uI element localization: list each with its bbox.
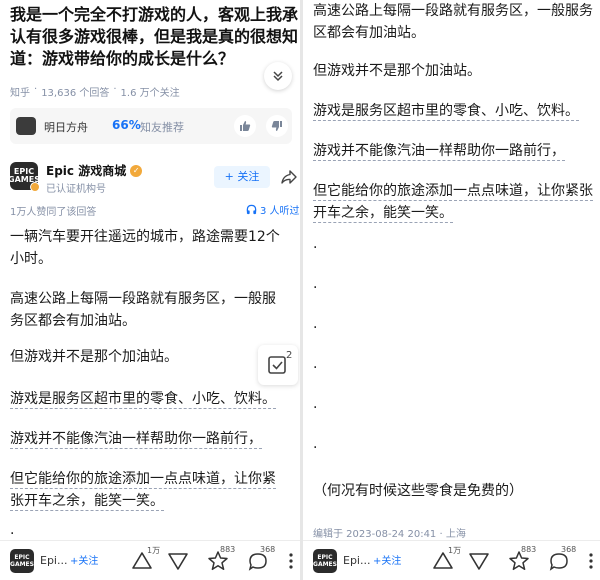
answer-count[interactable]: 13,636 个回答 — [41, 84, 109, 99]
follow-button[interactable]: + 关注 — [214, 166, 270, 188]
headphones-icon — [246, 204, 257, 215]
annotated-text[interactable]: 游戏并不能像汽油一样帮助你一路前行， — [10, 431, 262, 449]
downvote-icon[interactable] — [467, 549, 491, 573]
ellipsis-dot: . — [10, 522, 15, 538]
annotated-text[interactable]: 但它能给你的旅途添加一点点味道，让你紧张开车之余，能笑一笑。 — [313, 183, 593, 223]
collection-count: 2 — [286, 350, 293, 361]
bottom-author-name[interactable]: Epi... — [343, 554, 370, 567]
double-chevron-down-icon — [273, 71, 283, 82]
verified-badge-icon — [30, 182, 40, 192]
sponsor-name: 明日方舟 — [44, 121, 88, 134]
expand-question-button[interactable] — [264, 62, 292, 90]
ellipsis-dot: . — [313, 436, 318, 452]
bottom-author-name[interactable]: Epi... — [40, 554, 67, 567]
answer-paragraph: 一辆汽车要开往遥远的城市，路途需要12个小时。 — [10, 229, 280, 267]
ellipsis-dot: . — [313, 356, 318, 372]
answer-paragraph: 游戏并不能像汽油一样帮助你一路前行， — [10, 428, 288, 450]
ellipsis-dot: . — [313, 236, 318, 252]
like-count: 883 — [220, 545, 236, 554]
source-label: 知乎 — [10, 88, 30, 99]
bottom-action-bar: EPIC GAMES Epi... +关注 1万 883 368 — [0, 540, 300, 580]
ellipsis-dot: . — [313, 276, 318, 292]
comment-count: 368 — [561, 545, 577, 554]
edit-info: 编辑于 2023-08-24 20:41 · 上海 — [313, 529, 466, 540]
follow-count: 1.6 万个关注 — [120, 88, 180, 99]
answer-paragraph: 高速公路上每隔一段路就有服务区，一般服务区都会有加油站。 — [10, 291, 276, 329]
ellipsis-dot: . — [313, 316, 318, 332]
bottom-action-bar: EPIC GAMES Epi... +关注 1万 883 368 — [303, 540, 600, 580]
answer-paragraph: 但游戏并不是那个加油站。 — [10, 346, 288, 368]
more-vertical-icon[interactable] — [288, 551, 294, 571]
upvote-count: 1万 — [448, 546, 462, 555]
ellipsis-dot: . — [313, 396, 318, 412]
answer-paragraph: 但游戏并不是那个加油站。 — [313, 63, 481, 79]
like-count: 883 — [521, 545, 537, 554]
thumb-up-button[interactable] — [234, 115, 256, 137]
question-title[interactable]: 我是一个完全不打游戏的人，客观上我承认有很多游戏很棒，但是我是真的很想知道：游戏… — [10, 4, 298, 70]
answer-paragraph: 游戏并不能像汽油一样帮助你一路前行， — [313, 140, 593, 162]
thumb-up-icon — [240, 121, 251, 131]
right-screen: 高速公路上每隔一段路就有服务区，一般服务区都会有加油站。 但游戏并不是那个加油站… — [303, 0, 600, 580]
bottom-follow-button[interactable]: +关注 — [373, 552, 401, 567]
answer-paragraph: 游戏是服务区超市里的零食、小吃、饮料。 — [10, 388, 288, 410]
listen-button[interactable]: 3 人听过 — [246, 202, 300, 217]
thumb-down-button[interactable] — [266, 115, 288, 137]
annotated-text[interactable]: 游戏是服务区超市里的零食、小吃、饮料。 — [10, 391, 276, 409]
annotated-text[interactable]: 游戏并不能像汽油一样帮助你一路前行， — [313, 143, 565, 161]
answer-text: 但游戏并不是那个加油站。 — [10, 349, 178, 365]
closing-line: （何况有时候这些零食是免费的） — [313, 483, 523, 499]
upvote-count: 1万 — [147, 546, 161, 555]
listen-count: 3 人听过 — [260, 206, 300, 217]
question-meta: 知乎 · 13,636 个回答 · 1.6 万个关注 — [10, 84, 180, 99]
annotated-text[interactable]: 但它能给你的旅途添加一点点味道，让你紧张开车之余，能笑一笑。 — [10, 471, 276, 511]
answer-paragraph: 高速公路上每隔一段路就有服务区，一般服务区都会有加油站。 — [313, 3, 593, 41]
comment-count: 368 — [260, 545, 276, 554]
sponsor-logo-icon — [16, 117, 36, 135]
annotated-text[interactable]: 游戏是服务区超市里的零食、小吃、饮料。 — [313, 103, 579, 121]
bottom-author-avatar[interactable]: EPIC GAMES — [313, 549, 337, 573]
thumb-down-icon — [271, 121, 282, 131]
sponsor-percent: 66% — [112, 118, 141, 132]
downvote-icon[interactable] — [166, 549, 190, 573]
bottom-author-avatar[interactable]: EPIC GAMES — [10, 549, 34, 573]
answer-paragraph: 但它能给你的旅途添加一点点味道，让你紧张开车之余，能笑一笑。 — [313, 180, 593, 224]
left-screen: 我是一个完全不打游戏的人，客观上我承认有很多游戏很棒，但是我是真的很想知道：游戏… — [0, 0, 300, 580]
author-verified-label: 已认证机构号 — [46, 184, 106, 195]
upvote-note: 1万人赞同了该回答 — [10, 207, 97, 218]
answer-paragraph: 但它能给你的旅途添加一点点味道，让你紧张开车之余，能笑一笑。 — [10, 468, 288, 512]
share-icon[interactable] — [280, 168, 298, 186]
sponsor-recommend-label: 知友推荐 — [140, 121, 184, 134]
sponsor-card[interactable]: 明日方舟 66% 知友推荐 — [10, 108, 292, 144]
creator-level-icon: ✓ — [130, 164, 143, 177]
bottom-follow-button[interactable]: +关注 — [70, 552, 98, 567]
author-name-text: Epic 游戏商城 — [46, 164, 127, 178]
answer-paragraph: 游戏是服务区超市里的零食、小吃、饮料。 — [313, 100, 593, 122]
author-name[interactable]: Epic 游戏商城 ✓ — [46, 162, 143, 179]
more-vertical-icon[interactable] — [588, 551, 594, 571]
